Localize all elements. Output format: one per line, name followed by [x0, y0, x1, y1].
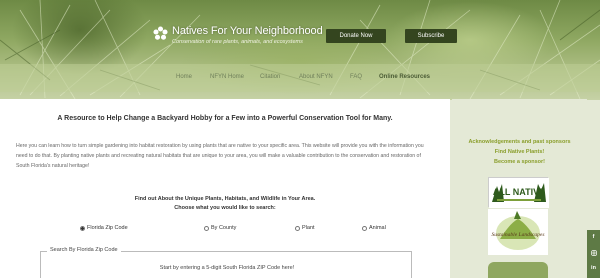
- sponsor1-text: ALL NATIVE: [493, 187, 545, 197]
- search-prompt: Find out About the Unique Plants, Habita…: [0, 195, 450, 213]
- donate-button[interactable]: Donate Now: [326, 29, 386, 43]
- page-title: A Resource to Help Change a Backyard Hob…: [57, 115, 393, 122]
- acknowledgements-link[interactable]: Acknowledgements and past sponsors: [452, 137, 587, 147]
- main-navigation: Home NFYN Home Citation About NFYN FAQ O…: [0, 64, 600, 92]
- instagram-glyph-icon: [590, 250, 597, 256]
- nav-item-about[interactable]: About NFYN: [299, 74, 333, 80]
- sponsor-logo-third[interactable]: [488, 262, 548, 278]
- sponsor2-text: Sustainable Landscapes: [491, 232, 544, 238]
- radio-dot[interactable]: [362, 225, 367, 231]
- intro-paragraph: Here you can learn how to turn simple ga…: [16, 143, 424, 169]
- zip-search-instruction: Start by entering a 5-digit South Florid…: [159, 265, 295, 271]
- linkedin-icon[interactable]: in: [587, 265, 600, 271]
- facebook-icon[interactable]: f: [587, 234, 600, 240]
- header-banner: Natives For Your Neighborhood Conservati…: [0, 0, 600, 100]
- radio-florida-zip-code[interactable]: Florida Zip Code: [80, 225, 128, 231]
- sponsor-logo-sustainable-landscapes[interactable]: Sustainable Landscapes: [488, 209, 548, 255]
- nav-item-home[interactable]: Home: [176, 74, 192, 80]
- radio-dot[interactable]: [204, 225, 209, 231]
- radio-by-county[interactable]: By County: [204, 225, 236, 231]
- sidebar: Acknowledgements and past sponsors Find …: [452, 99, 587, 278]
- site-tagline: Conservation of rare plants, animals, an…: [172, 39, 303, 45]
- all-native-logo-icon: ALL NATIVE: [489, 178, 549, 208]
- flower-logo-icon: [153, 26, 168, 40]
- nav-item-faq[interactable]: FAQ: [350, 74, 362, 80]
- main-content: A Resource to Help Change a Backyard Hob…: [0, 99, 450, 278]
- sustainable-landscapes-logo-icon: Sustainable Landscapes: [488, 209, 548, 255]
- zip-search-fieldset: Search By Florida Zip Code Start by ente…: [40, 247, 412, 278]
- radio-plant[interactable]: Plant: [295, 225, 315, 231]
- zip-search-legend: Search By Florida Zip Code: [47, 247, 121, 253]
- search-prompt-line1: Find out About the Unique Plants, Habita…: [134, 196, 316, 202]
- instagram-icon[interactable]: [587, 250, 600, 258]
- nav-item-nfyn-home[interactable]: NFYN Home: [210, 74, 244, 80]
- site-brand[interactable]: Natives For Your Neighborhood Conservati…: [153, 25, 323, 46]
- sponsor-logo-all-native[interactable]: ALL NATIVE: [488, 177, 549, 208]
- nav-item-citation[interactable]: Citation: [260, 74, 280, 80]
- site-title: Natives For Your Neighborhood: [172, 25, 323, 37]
- radio-dot[interactable]: [295, 225, 300, 231]
- nav-item-online-resources[interactable]: Online Resources: [379, 74, 430, 80]
- search-type-radio-group: Florida Zip Code By County Plant Animal: [0, 225, 450, 235]
- radio-animal[interactable]: Animal: [362, 225, 386, 231]
- radio-dot-selected[interactable]: [80, 225, 85, 231]
- subscribe-button[interactable]: Subscribe: [405, 29, 457, 43]
- become-sponsor-link[interactable]: Become a sponsor!: [452, 157, 587, 167]
- social-links: f in: [587, 230, 600, 278]
- search-prompt-line2: Choose what you would like to search:: [174, 205, 276, 211]
- find-native-plants-link[interactable]: Find Native Plants!: [452, 147, 587, 157]
